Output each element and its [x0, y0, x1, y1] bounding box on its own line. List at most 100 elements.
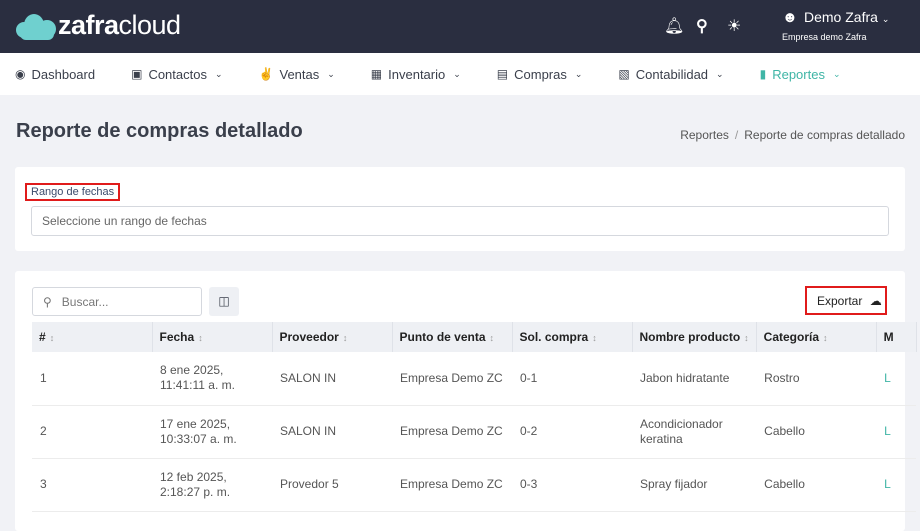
- bell-icon[interactable]: 🔔︎: [664, 16, 684, 36]
- columns-toggle-button[interactable]: ◫: [209, 287, 239, 316]
- main-nav: ◉ Dashboard ▣ Contactos ⌄ ✌ Ventas ⌄ ▦ Inventario…: [0, 53, 920, 95]
- sort-icon: ↕: [198, 333, 203, 343]
- table-row: 3 12 feb 2025, 2:18:27 p. m. Provedor 5 Emp…: [32, 458, 917, 512]
- table-cell: Provedor 5: [272, 458, 392, 512]
- table-cell: Empresa Demo ZC: [392, 405, 512, 459]
- column-header[interactable]: Categoría ↕: [756, 322, 877, 352]
- table-cell: 1: [32, 352, 152, 406]
- nav-label: Compras: [514, 66, 567, 82]
- breadcrumb-current: Reporte de compras detallado: [744, 128, 905, 142]
- table-cell: 0-1: [512, 352, 632, 406]
- table-cell: Empresa Demo ZC: [392, 458, 512, 512]
- table-cell: 2: [32, 405, 152, 459]
- user-icon: ☻: [782, 9, 798, 26]
- column-header[interactable]: Sol. compra ↕: [512, 322, 633, 352]
- chevron-down-icon: ⌄: [453, 68, 461, 79]
- table-cell: 12 feb 2025, 2:18:27 p. m.: [152, 458, 272, 512]
- nav-label: Contabilidad: [635, 66, 709, 82]
- column-label: Fecha: [159, 330, 195, 344]
- chevron-down-icon: ⌄: [881, 14, 890, 24]
- table-cell: 8 ene 2025, 11:41:11 a. m.: [152, 352, 272, 406]
- date-range-label: Rango de fechas: [25, 183, 121, 201]
- nav-label: Dashboard: [31, 66, 96, 82]
- column-header[interactable]: Proveedor ↕: [272, 322, 393, 352]
- sort-icon: ↕: [49, 333, 55, 343]
- table-cell: Rostro: [756, 352, 877, 406]
- column-header[interactable]: # ↕: [32, 322, 153, 352]
- table-cell: Acondicionador keratina: [632, 405, 757, 459]
- logo-text-light: cloud: [118, 10, 182, 40]
- date-range-input[interactable]: Seleccione un rango de fechas: [31, 206, 889, 236]
- search-icon[interactable]: ⚲: [696, 16, 708, 36]
- cloud-logo-icon: [16, 12, 56, 40]
- table-cell: 3: [32, 458, 152, 512]
- table-cell[interactable]: L: [876, 458, 917, 512]
- sort-icon: ↕: [342, 333, 348, 343]
- sort-icon: ↕: [823, 333, 828, 343]
- table-cell: 17 ene 2025, 10:33:07 a. m.: [152, 405, 272, 459]
- export-label: Exportar: [817, 294, 863, 308]
- sort-icon: ↕: [744, 333, 749, 343]
- chevron-down-icon: ⌄: [327, 68, 335, 79]
- column-header[interactable]: Nombre producto ↕: [632, 322, 757, 352]
- table-cell[interactable]: L: [876, 352, 917, 406]
- logo[interactable]: zafracloud: [16, 10, 181, 41]
- nav-label: Ventas: [279, 66, 320, 82]
- nav-item-contabilidad[interactable]: ▧ Contabilidad ⌄: [618, 67, 723, 82]
- store-icon: ▤: [496, 67, 509, 81]
- nav-item-contactos[interactable]: ▣ Contactos ⌄: [131, 67, 222, 82]
- export-button[interactable]: Exportar ☁: [805, 286, 887, 315]
- table-cell: 0-2: [512, 405, 632, 459]
- user-name: Demo Zafra: [804, 9, 878, 25]
- chevron-down-icon: ⌄: [716, 68, 724, 79]
- column-label: #: [39, 330, 46, 344]
- table-cell: Spray fijador: [632, 458, 757, 512]
- nav-item-inventario[interactable]: ▦ Inventario ⌄: [371, 67, 461, 82]
- nav-item-compras[interactable]: ▤ Compras ⌄: [497, 67, 583, 82]
- search-placeholder: Buscar...: [61, 295, 109, 309]
- user-menu[interactable]: ☻ Demo Zafra ⌄ Empresa demo Zafra: [782, 9, 889, 42]
- chevron-down-icon: ⌄: [832, 68, 841, 79]
- table-cell: SALON IN: [272, 405, 392, 459]
- column-label: Categoría: [763, 330, 820, 344]
- table-cell: Cabello: [756, 458, 877, 512]
- cloud-download-icon: ☁: [869, 294, 882, 308]
- breadcrumb-reportes[interactable]: Reportes: [680, 128, 729, 142]
- chevron-down-icon: ⌄: [574, 68, 583, 79]
- sort-icon: ↕: [489, 333, 495, 343]
- nav-item-reportes[interactable]: ▮ Reportes ⌄: [760, 67, 841, 82]
- nav-label: Inventario: [388, 66, 446, 82]
- calculator-icon: ▧: [618, 67, 630, 81]
- search-input[interactable]: ⚲ Buscar...: [32, 287, 202, 316]
- search-icon: ⚲: [43, 295, 52, 309]
- column-label: M: [883, 330, 894, 344]
- purchases-table: # ↕ Fecha ↕ Proveedor ↕ Punto de venta ↕ Sol. co…: [32, 322, 917, 512]
- column-label: Proveedor: [279, 330, 339, 344]
- inventory-icon: ▦: [370, 67, 383, 81]
- column-header[interactable]: Fecha ↕: [152, 322, 273, 352]
- table-row: 2 17 ene 2025, 10:33:07 a. m. SALON IN Empr…: [32, 405, 917, 459]
- page-title: Reporte de compras detallado: [16, 120, 303, 142]
- sales-icon: ✌: [258, 67, 274, 81]
- table-cell: 0-3: [512, 458, 632, 512]
- contacts-icon: ▣: [131, 67, 143, 81]
- chevron-down-icon: ⌄: [214, 68, 223, 79]
- company-name: Empresa demo Zafra: [782, 32, 867, 42]
- theme-toggle-icon[interactable]: ☀: [727, 16, 741, 36]
- column-label: Punto de venta: [399, 330, 486, 344]
- logo-text-bold: zafra: [58, 10, 119, 40]
- table-cell: Jabon hidratante: [632, 352, 757, 406]
- top-bar: zafracloud 🔔︎ ⚲ ☀ ☻ Demo Zafra ⌄ Empresa…: [0, 0, 920, 53]
- chart-icon: ▮: [759, 67, 767, 81]
- nav-item-ventas[interactable]: ✌ Ventas ⌄: [259, 67, 335, 82]
- nav-item-dashboard[interactable]: ◉ Dashboard: [15, 67, 95, 82]
- sort-icon: ↕: [592, 333, 597, 343]
- table-cell: SALON IN: [272, 352, 392, 406]
- column-header[interactable]: Punto de venta ↕: [392, 322, 513, 352]
- dashboard-icon: ◉: [15, 67, 26, 81]
- table-cell[interactable]: L: [876, 405, 917, 459]
- table-cell: Cabello: [756, 405, 877, 459]
- column-header[interactable]: M: [876, 322, 917, 352]
- breadcrumb: Reportes / Reporte de compras detallado: [680, 128, 905, 142]
- columns-icon: ◫: [218, 294, 230, 308]
